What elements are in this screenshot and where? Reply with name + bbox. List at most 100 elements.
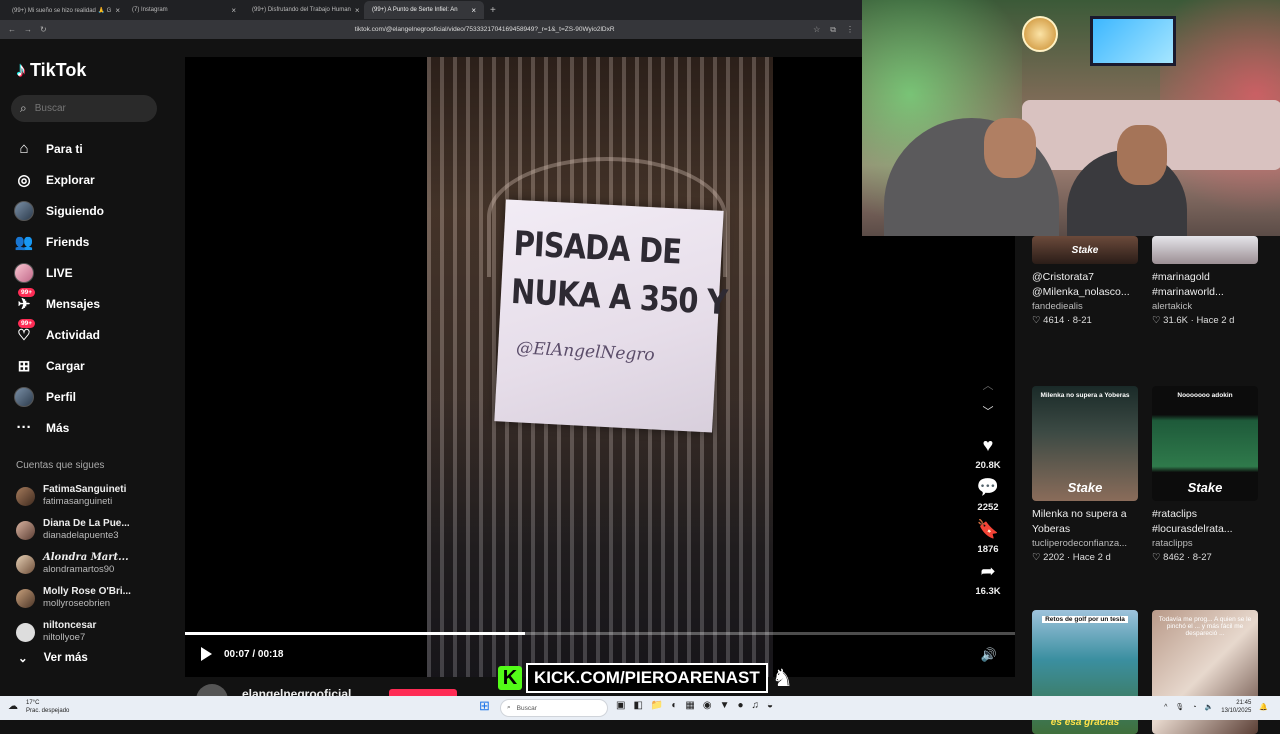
thumbnail-brand: Stake bbox=[1067, 480, 1103, 495]
brave-icon[interactable]: ▼ bbox=[720, 700, 730, 711]
thumbnail-brand: Stake bbox=[1187, 480, 1223, 495]
forward-icon[interactable]: → bbox=[24, 25, 32, 34]
nav-item-friends[interactable]: 👥 Friends bbox=[14, 226, 174, 257]
nav-item-actividad[interactable]: ♡ 99+ Actividad bbox=[14, 319, 174, 350]
nav-label: Actividad bbox=[46, 327, 101, 342]
windows-start-icon[interactable]: ⊞ bbox=[479, 698, 490, 714]
sign-line: PISADA DE bbox=[512, 223, 683, 273]
video-time: 00:07 / 00:18 bbox=[224, 648, 284, 660]
kick-url: KICK.COM/PIEROARENAST bbox=[526, 663, 768, 693]
nav-label: Mensajes bbox=[46, 296, 101, 311]
nav-item-siguiendo[interactable]: Siguiendo bbox=[14, 195, 174, 226]
mic-icon[interactable]: 🎙 bbox=[1175, 703, 1184, 711]
following-item[interactable]: Alondra Mart... alondramartos90 bbox=[16, 547, 166, 581]
following-item[interactable]: Molly Rose O'Bri... mollyroseobrien bbox=[16, 581, 166, 615]
notifications-icon[interactable]: 🔔 bbox=[1259, 703, 1268, 711]
chevron-up-icon[interactable]: ︿ bbox=[966, 377, 1010, 403]
play-icon[interactable] bbox=[201, 647, 212, 661]
tiktok-logo[interactable]: ♪ TikTok bbox=[16, 59, 86, 82]
like-button[interactable]: ♥ 20.8K bbox=[966, 435, 1010, 471]
nav-item-mensajes[interactable]: ✈ 99+ Mensajes bbox=[14, 288, 174, 319]
notification-badge: 99+ bbox=[18, 319, 36, 328]
see-more-button[interactable]: ⌄ Ver más bbox=[18, 651, 88, 665]
task-view-icon[interactable]: ▣ bbox=[616, 700, 625, 711]
taskbar-search[interactable]: ⌕ Buscar bbox=[500, 699, 608, 717]
following-name: FatimaSanguineti bbox=[43, 484, 127, 495]
following-item[interactable]: FatimaSanguineti fatimasanguineti bbox=[16, 479, 166, 513]
taskbar-apps: ▣ ◧ 📁 ◐ ▦ ◉ ▼ ● ♫ ◒ bbox=[616, 700, 773, 711]
spotify-icon[interactable]: ♫ bbox=[752, 700, 760, 711]
avatar bbox=[16, 588, 35, 608]
search-box[interactable]: ⌕ bbox=[11, 95, 157, 122]
search-input[interactable] bbox=[34, 103, 135, 114]
browser-tab[interactable]: (99+) Disfrutando del Trabajo Human × bbox=[244, 1, 364, 19]
related-card[interactable]: #marinagold #marinaworld... alertakick ♡… bbox=[1152, 236, 1258, 326]
comment-icon: 💬 bbox=[976, 477, 1000, 497]
related-likes: 8462 bbox=[1163, 552, 1185, 563]
following-item[interactable]: Diana De La Pue... dianadelapuente3 bbox=[16, 513, 166, 547]
bookmark-icon[interactable]: ☆ bbox=[813, 25, 820, 35]
related-card[interactable]: Nooooooo adokin Stake #rataclips #locuras… bbox=[1152, 386, 1258, 563]
nav-item-para-ti[interactable]: ⌂ Para ti bbox=[14, 133, 174, 164]
video-progress-bar[interactable] bbox=[185, 632, 1015, 635]
following-item[interactable]: niltoncesar niltollyoe7 bbox=[16, 615, 166, 649]
new-tab-icon[interactable]: + bbox=[490, 5, 496, 16]
weather-icon: ☁ bbox=[8, 701, 18, 712]
related-likes: 31.6K bbox=[1163, 315, 1188, 326]
related-card[interactable]: Stake @Cristorata7 @Milenka_nolasco... f… bbox=[1032, 236, 1138, 326]
nav-item-live[interactable]: LIVE bbox=[14, 257, 174, 288]
nav-item-cargar[interactable]: ⊞ Cargar bbox=[14, 350, 174, 381]
store-icon[interactable]: ▦ bbox=[685, 700, 694, 711]
more-icon: ··· bbox=[16, 419, 32, 436]
follow-button[interactable] bbox=[389, 689, 457, 696]
related-meta: ♡ 8462 · 8-27 bbox=[1152, 552, 1212, 563]
nav-item-mas[interactable]: ··· Más bbox=[14, 412, 174, 443]
close-icon[interactable]: × bbox=[471, 6, 476, 15]
system-tray: ^ 🎙 ◔ 🔈 21:45 13/10/2025 🔔 bbox=[1164, 699, 1268, 715]
related-title: #rataclips #locurasdelrata... bbox=[1152, 508, 1233, 535]
related-meta: ♡ 31.6K · Hace 2 d bbox=[1152, 315, 1235, 326]
related-author: alertakick bbox=[1152, 301, 1193, 312]
weather-widget[interactable]: 17°C Prac. despejado bbox=[26, 699, 69, 715]
folder-icon[interactable]: 📁 bbox=[651, 700, 663, 711]
chevron-up-icon[interactable]: ^ bbox=[1164, 704, 1167, 711]
back-icon[interactable]: ← bbox=[8, 25, 16, 34]
extension-icon[interactable]: ⧉ bbox=[830, 25, 836, 35]
save-button[interactable]: 🔖 1876 bbox=[966, 519, 1010, 555]
close-icon[interactable]: × bbox=[115, 6, 120, 15]
browser-tab[interactable]: (7) Instagram × bbox=[124, 1, 244, 19]
home-icon: ⌂ bbox=[19, 140, 29, 157]
chevron-down-icon[interactable]: ﹀ bbox=[966, 403, 1010, 429]
share-button[interactable]: ➦ 16.3K bbox=[966, 561, 1010, 597]
nav-label: Más bbox=[46, 420, 70, 435]
thumbnail-caption: Milenka no supera a Yoberas bbox=[1040, 392, 1130, 399]
close-icon[interactable]: × bbox=[231, 6, 236, 15]
following-name: niltoncesar bbox=[43, 620, 97, 631]
speaker-icon[interactable]: 🔈 bbox=[1205, 703, 1214, 711]
edge-icon[interactable]: ◐ bbox=[671, 700, 677, 711]
reload-icon[interactable]: ↻ bbox=[40, 25, 47, 34]
related-card[interactable]: Milenka no supera a Yoberas Stake Milenka… bbox=[1032, 386, 1138, 563]
obs-icon[interactable]: ● bbox=[738, 700, 744, 711]
share-count: 16.3K bbox=[975, 586, 1001, 597]
close-icon[interactable]: × bbox=[355, 6, 360, 15]
discord-icon[interactable]: ◒ bbox=[767, 700, 773, 711]
clock[interactable]: 21:45 13/10/2025 bbox=[1221, 699, 1251, 715]
wifi-icon[interactable]: ◔ bbox=[1192, 704, 1196, 711]
widgets-icon[interactable]: ◧ bbox=[633, 700, 642, 711]
related-meta: ♡ 2202 · Hace 2 d bbox=[1032, 552, 1111, 563]
handwritten-sign: PISADA DE NUKA A 350 Y @ElAngelNegro bbox=[494, 199, 728, 433]
related-author: tucliperodeconfianza... bbox=[1032, 538, 1128, 549]
kick-logo: K bbox=[498, 666, 522, 690]
chrome-icon[interactable]: ◉ bbox=[703, 700, 712, 711]
nav-item-perfil[interactable]: Perfil bbox=[14, 381, 174, 412]
browser-tab[interactable]: (99+) Mi sueño se hizo realidad 🙏 G × bbox=[4, 1, 124, 19]
menu-icon[interactable]: ⋮ bbox=[846, 25, 854, 35]
following-handle: niltollyoe7 bbox=[43, 632, 86, 643]
heart-icon: ♥ bbox=[982, 435, 994, 455]
comment-button[interactable]: 💬 2252 bbox=[966, 477, 1010, 513]
browser-tab-active[interactable]: (99+) A Punto de Serte Infiel: An × bbox=[364, 1, 484, 19]
nav-item-explorar[interactable]: ◎ Explorar bbox=[14, 164, 174, 195]
address-bar[interactable]: tiktok.com/@elangelnegrooficial/video/75… bbox=[355, 26, 615, 33]
volume-icon[interactable]: 🔊 bbox=[981, 647, 997, 663]
